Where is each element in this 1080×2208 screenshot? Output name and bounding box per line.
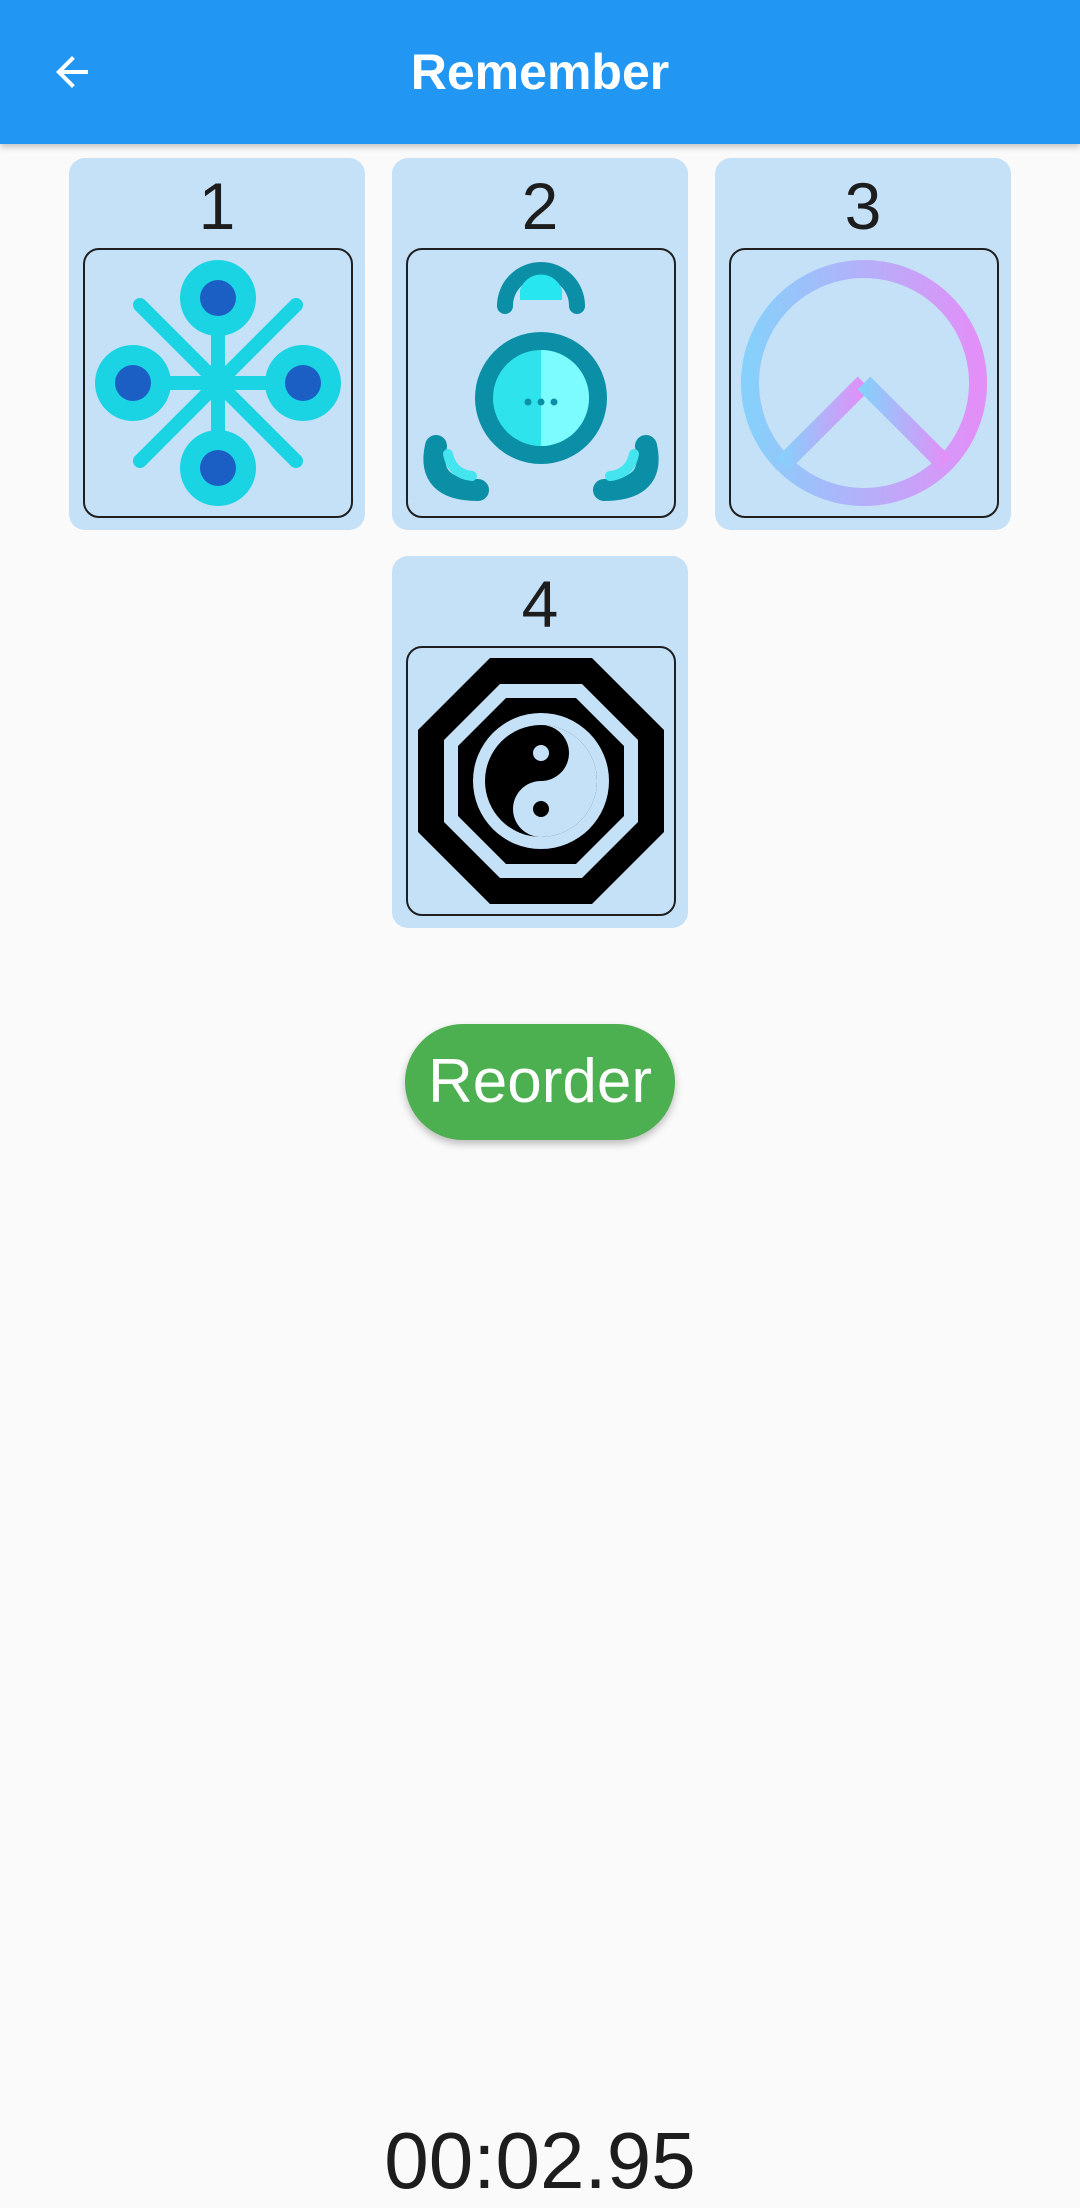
yin-yang-octagon-icon [418,658,664,904]
card-number: 4 [521,567,559,641]
icon-frame [729,248,999,518]
bomb-timer-icon [423,262,659,501]
app-bar: Remember [0,0,1080,144]
elapsed-timer: 00:02.95 [384,2116,696,2205]
reorder-button[interactable]: Reorder [405,1024,675,1140]
card-3[interactable]: 3 [715,158,1011,530]
page-title: Remember [410,44,670,100]
card-number: 2 [521,169,559,243]
icon-frame [406,248,676,518]
card-2[interactable]: 2 [392,158,688,530]
snowflake-molecule-icon [95,260,341,506]
peace-sign-icon [741,260,987,506]
card-number: 3 [844,169,882,243]
card-4[interactable]: 4 [392,556,688,928]
card-1[interactable]: 1 [69,158,365,530]
icon-frame [83,248,353,518]
card-number: 1 [198,169,236,243]
icon-frame [406,646,676,916]
